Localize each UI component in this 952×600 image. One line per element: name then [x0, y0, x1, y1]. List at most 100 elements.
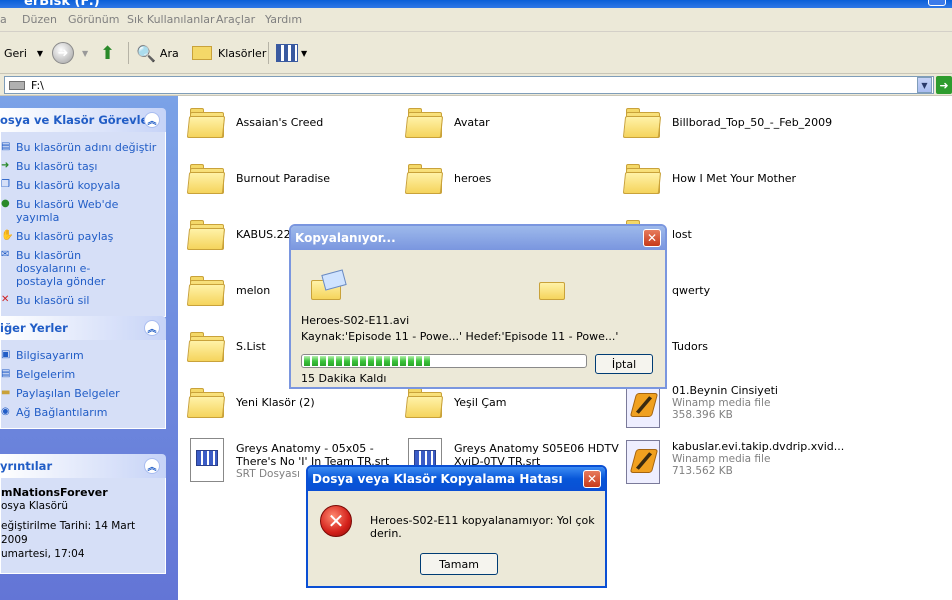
menu-file[interactable]: a [0, 13, 7, 26]
folder-name: Avatar [454, 116, 490, 129]
task-label: Bu klasörün adını değiştir [16, 141, 157, 154]
chevron-down-icon[interactable]: ▼ [37, 49, 43, 58]
other-places-title: iğer Yerler [0, 321, 68, 335]
tasks-panel-header[interactable]: osya ve Klasör Görevleri ︽ [0, 108, 166, 132]
folder-name: Yeni Klasör (2) [236, 396, 315, 409]
close-button[interactable]: ✕ [643, 229, 661, 247]
task-label: Bu klasörü paylaş [16, 230, 114, 243]
computer-icon: ▣ [1, 349, 11, 360]
address-value: F:\ [31, 78, 44, 92]
place-label: Ağ Bağlantılarım [16, 406, 108, 419]
file-type: Winamp media file [672, 397, 771, 409]
folder-icon [186, 162, 226, 196]
folder-item[interactable]: Yeşil Çam [404, 386, 507, 420]
ok-button[interactable]: Tamam [420, 553, 498, 575]
file-name: Greys Anatomy - 05x05 - [236, 442, 374, 455]
error-dialog-titlebar: Dosya veya Klasör Kopyalama Hatası ✕ [308, 467, 605, 491]
menu-view[interactable]: Görünüm [68, 13, 119, 26]
folder-item[interactable]: Assaian's Creed [186, 106, 323, 140]
search-label: Ara [159, 46, 179, 60]
cancel-button[interactable]: İptal [595, 354, 653, 374]
place-my-documents[interactable]: ▤ Belgelerim [1, 365, 165, 384]
place-my-computer[interactable]: ▣ Bilgisayarım [1, 346, 165, 365]
media-file-item[interactable]: kabuslar.evi.takip.dvdrip.xvid... Winamp… [624, 440, 844, 484]
menu-edit[interactable]: Düzen [22, 13, 57, 26]
folder-item[interactable]: Yeni Klasör (2) [186, 386, 315, 420]
collapse-icon[interactable]: ︽ [144, 458, 160, 474]
folder-item[interactable]: Burnout Paradise [186, 162, 330, 196]
address-input[interactable]: F:\ [4, 76, 934, 94]
menu-tools[interactable]: Araçlar [216, 13, 255, 26]
winamp-media-icon [624, 440, 662, 484]
details-modified-time: umartesi, 17:04 [1, 548, 85, 560]
folder-name: How I Met Your Mother [672, 172, 797, 185]
progress-block [352, 356, 358, 366]
folder-icon [404, 162, 444, 196]
task-copy[interactable]: ❐ Bu klasörü kopyala [1, 176, 165, 195]
collapse-icon[interactable]: ︽ [144, 112, 160, 128]
progress-block [360, 356, 366, 366]
place-shared-documents[interactable]: ▬ Paylaşılan Belgeler [1, 384, 165, 403]
task-publish[interactable]: ● Bu klasörü Web'de yayımla [1, 195, 165, 227]
cancel-label: İptal [611, 357, 637, 371]
shared-folder-icon: ▬ [1, 387, 11, 398]
address-dropdown-button[interactable]: ▼ [917, 77, 932, 93]
back-button[interactable]: Geri ▼ [4, 40, 43, 66]
folder-item[interactable]: heroes [404, 162, 491, 196]
documents-icon: ▤ [1, 368, 11, 379]
task-label: Bu klasörün dosyalarını e-postayla gönde… [16, 249, 106, 288]
toolbar-separator [128, 42, 129, 64]
progress-block [416, 356, 422, 366]
media-file-item[interactable]: 01.Beynin Cinsiyeti Winamp media file 35… [624, 384, 778, 428]
details-title: yrıntılar [0, 459, 53, 473]
folder-item[interactable]: melon [186, 274, 270, 308]
folder-name: S.List [236, 340, 266, 353]
task-delete[interactable]: ✕ Bu klasörü sil [1, 291, 165, 310]
menu-favorites[interactable]: Sık Kullanılanlar [127, 13, 215, 26]
ok-label: Tamam [439, 557, 479, 571]
folder-item[interactable]: Billborad_Top_50_-_Feb_2009 [622, 106, 832, 140]
views-icon [276, 44, 298, 62]
copy-dialog-title: Kopyalanıyor... [295, 231, 396, 245]
task-rename[interactable]: ▤ Bu klasörün adını değiştir [1, 138, 165, 157]
place-network[interactable]: ◉ Ağ Bağlantılarım [1, 403, 165, 422]
error-message: Heroes-S02-E11 kopyalanamıyor: Yol çok d… [370, 514, 595, 540]
minimize-button[interactable] [928, 0, 946, 6]
progress-block [392, 356, 398, 366]
progress-block [304, 356, 310, 366]
progress-block [328, 356, 334, 366]
folder-item[interactable]: KABUS.22- [186, 218, 295, 252]
up-folder-button[interactable]: ⬆ [100, 40, 115, 66]
go-button[interactable]: ➜ [936, 76, 952, 94]
email-icon: ✉ [1, 249, 10, 260]
copy-file-name: Heroes-S02-E11.avi [301, 314, 410, 327]
views-button[interactable]: ▼ [276, 40, 307, 66]
network-icon: ◉ [1, 406, 10, 417]
time-remaining: 15 Dakika Kaldı [301, 372, 387, 385]
progress-block [336, 356, 342, 366]
folder-item[interactable]: How I Met Your Mother [622, 162, 797, 196]
folder-item[interactable]: S.List [186, 330, 266, 364]
error-dialog-title: Dosya veya Klasör Kopyalama Hatası [312, 472, 563, 486]
place-label: Bilgisayarım [16, 349, 84, 362]
folder-icon [186, 106, 226, 140]
folder-icon [404, 386, 444, 420]
folder-item[interactable]: Avatar [404, 106, 490, 140]
forward-button[interactable]: ➜ ▼ [52, 40, 88, 66]
close-button[interactable]: ✕ [583, 470, 601, 488]
folder-icon [186, 386, 226, 420]
task-move[interactable]: ➜ Bu klasörü taşı [1, 157, 165, 176]
folder-icon [404, 106, 444, 140]
other-places-header[interactable]: iğer Yerler ︽ [0, 316, 166, 340]
menu-help[interactable]: Yardım [265, 13, 302, 26]
details-modified: eğiştirilme Tarihi: 14 Mart 2009 [1, 520, 136, 546]
folders-button[interactable]: Klasörler [192, 40, 266, 66]
task-share[interactable]: ✋ Bu klasörü paylaş [1, 227, 165, 246]
folder-icon [186, 330, 226, 364]
search-button[interactable]: 🔍 Ara [136, 40, 179, 66]
details-header[interactable]: yrıntılar ︽ [0, 454, 166, 478]
task-label: Bu klasörü taşı [16, 160, 98, 173]
folder-icon [622, 106, 662, 140]
task-email[interactable]: ✉ Bu klasörün dosyalarını e-postayla gönd… [1, 246, 165, 291]
collapse-icon[interactable]: ︽ [144, 320, 160, 336]
